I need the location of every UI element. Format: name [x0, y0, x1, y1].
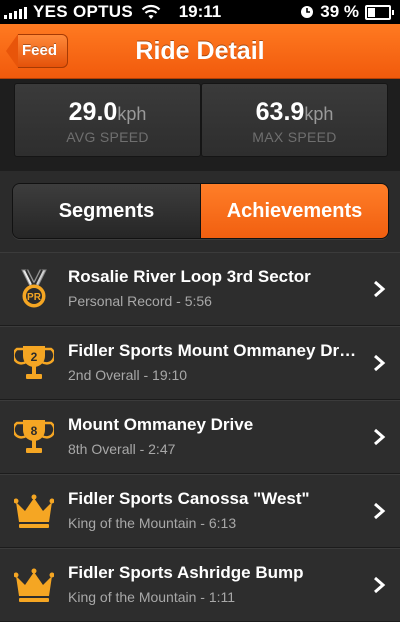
- achievement-title: Rosalie River Loop 3rd Sector: [68, 267, 311, 286]
- navigation-bar: Ride Detail Feed: [0, 24, 400, 79]
- carrier-name: YES OPTUS: [33, 2, 134, 21]
- avg-speed-stat: 29.0kph AVG SPEED: [14, 83, 201, 157]
- trophy-icon: 8: [14, 420, 54, 453]
- achievement-subtitle: Personal Record - 5:56: [68, 293, 212, 309]
- achievement-title: Mount Ommaney Drive: [68, 415, 254, 434]
- trophy-rank-badge: 2: [31, 350, 38, 364]
- max-speed-stat: 63.9kph MAX SPEED: [201, 83, 388, 157]
- list-item[interactable]: 2 Fidler Sports Mount Ommaney Drive 2nd …: [0, 326, 400, 400]
- back-arrow-icon: [6, 34, 18, 68]
- list-item[interactable]: PR Rosalie River Loop 3rd Sector Persona…: [0, 252, 400, 326]
- battery-percent: 39 %: [320, 2, 359, 21]
- wifi-icon: [141, 4, 161, 19]
- tab-achievements[interactable]: Achievements: [201, 184, 388, 238]
- tab-segments[interactable]: Segments: [13, 184, 201, 238]
- chevron-right-icon: [374, 428, 386, 446]
- chevron-right-icon: [374, 502, 386, 520]
- achievement-subtitle: King of the Mountain - 6:13: [68, 515, 237, 531]
- achievements-list: PR Rosalie River Loop 3rd Sector Persona…: [0, 252, 400, 622]
- achievement-subtitle: 8th Overall - 2:47: [68, 441, 176, 457]
- crown-icon: [14, 494, 54, 528]
- pr-medal-badge: PR: [27, 292, 42, 303]
- trophy-icon: 2: [14, 346, 54, 379]
- max-speed-value-row: 63.9kph: [202, 98, 387, 127]
- pr-medal-icon: PR: [21, 269, 47, 308]
- max-speed-label: MAX SPEED: [252, 129, 337, 145]
- achievement-subtitle: King of the Mountain - 1:11: [68, 589, 236, 605]
- achievement-title: Fidler Sports Ashridge Bump: [68, 563, 304, 582]
- avg-speed-label: AVG SPEED: [66, 129, 149, 145]
- achievement-title: Fidler Sports Mount Ommaney Drive: [68, 341, 358, 360]
- battery-icon: [365, 4, 394, 20]
- avg-speed-value: 29.0: [68, 98, 118, 126]
- avg-speed-value-row: 29.0kph: [15, 98, 200, 127]
- ride-stats: 29.0kph AVG SPEED 63.9kph MAX SPEED: [0, 79, 400, 171]
- max-speed-value: 63.9: [255, 98, 305, 126]
- chevron-right-icon: [374, 576, 386, 594]
- back-button[interactable]: Feed: [6, 34, 69, 68]
- list-item[interactable]: 8 Mount Ommaney Drive 8th Overall - 2:47: [0, 400, 400, 474]
- signal-strength-icon: [4, 5, 27, 19]
- avg-speed-unit: kph: [117, 104, 147, 124]
- list-item[interactable]: Fidler Sports Ashridge Bump King of the …: [0, 548, 400, 622]
- list-item[interactable]: Fidler Sports Canossa "West" King of the…: [0, 474, 400, 548]
- max-speed-unit: kph: [304, 104, 334, 124]
- chevron-right-icon: [374, 354, 386, 372]
- back-button-label: Feed: [18, 34, 69, 68]
- chevron-right-icon: [374, 280, 386, 298]
- trophy-rank-badge: 8: [31, 424, 38, 438]
- clock-lock-icon: [301, 6, 314, 18]
- segmented-control: Segments Achievements: [12, 183, 389, 239]
- status-bar: YES OPTUS 19:11 39 %: [0, 0, 400, 24]
- achievement-subtitle: 2nd Overall - 19:10: [68, 367, 188, 383]
- achievement-title: Fidler Sports Canossa "West": [68, 489, 310, 508]
